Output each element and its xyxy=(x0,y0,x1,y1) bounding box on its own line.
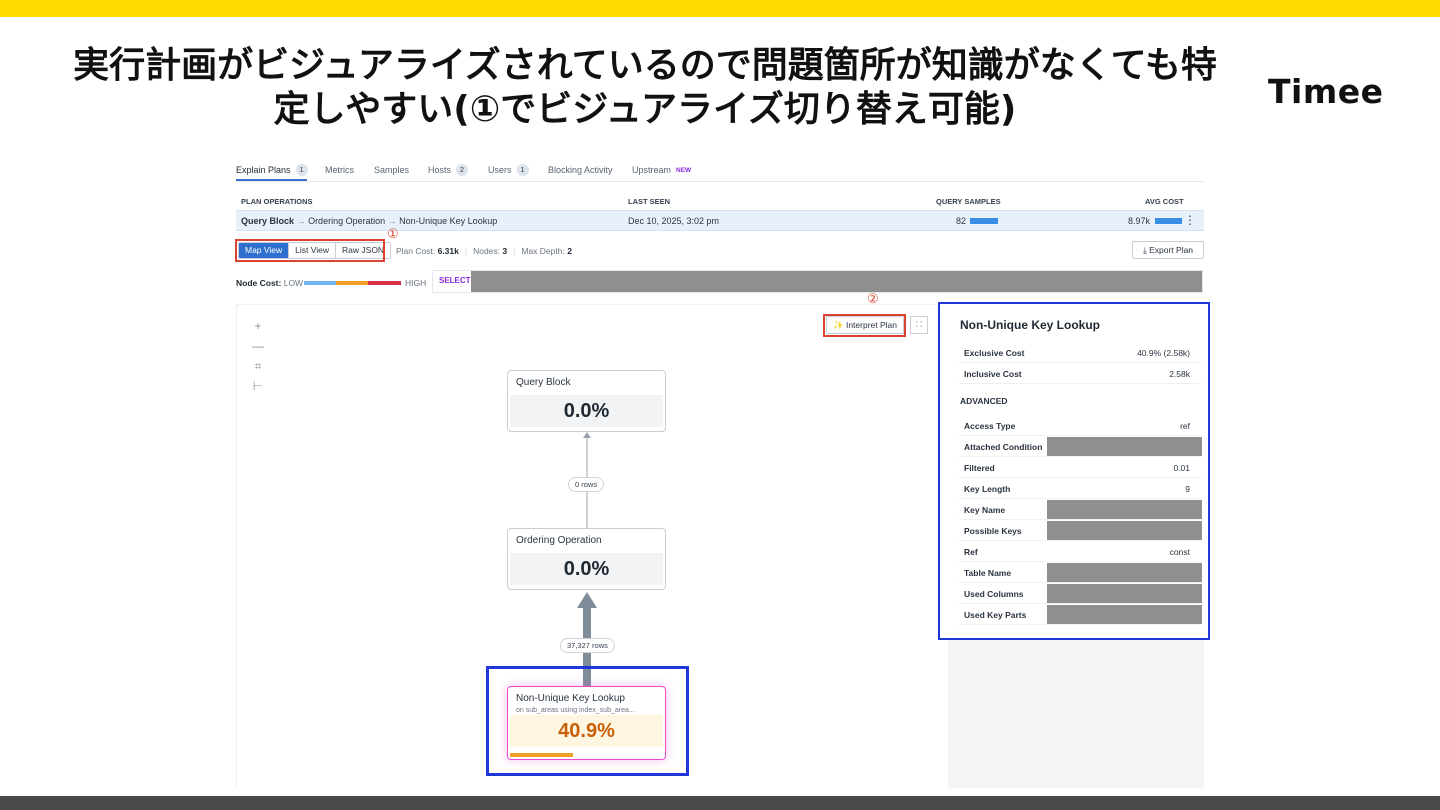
node-details-panel: Non-Unique Key Lookup Exclusive Cost 40.… xyxy=(938,302,1210,640)
redacted-value xyxy=(1047,584,1202,603)
panel-row-key-length: Key Length 9 xyxy=(958,479,1202,499)
panel-row-key-name: Key Name xyxy=(958,500,1202,520)
panel-row-used-columns: Used Columns xyxy=(958,584,1202,604)
panel-row-exclusive-cost: Exclusive Cost 40.9% (2.58k) xyxy=(958,343,1202,363)
redacted-value xyxy=(1047,437,1202,456)
panel-row-attached-condition: Attached Condition xyxy=(958,437,1202,457)
panel-row-ref: Ref const xyxy=(958,542,1202,562)
footer-band xyxy=(0,796,1440,810)
redacted-value xyxy=(1047,605,1202,624)
edge-row-count: 37,327 rows xyxy=(560,638,615,653)
section-advanced: ADVANCED xyxy=(960,396,1008,406)
edge-arrowhead xyxy=(583,432,591,438)
plan-node-ordering-operation[interactable]: Ordering Operation 0.0% xyxy=(507,528,666,590)
panel-row-used-key-parts: Used Key Parts xyxy=(958,605,1202,625)
edge-row-count: 0 rows xyxy=(568,477,605,492)
redacted-value xyxy=(1047,563,1202,582)
redacted-value xyxy=(1047,500,1202,519)
panel-row-table-name: Table Name xyxy=(958,563,1202,583)
panel-title: Non-Unique Key Lookup xyxy=(960,318,1100,332)
plan-node-query-block[interactable]: Query Block 0.0% xyxy=(507,370,666,432)
panel-row-inclusive-cost: Inclusive Cost 2.58k xyxy=(958,364,1202,384)
panel-row-access-type: Access Type ref xyxy=(958,416,1202,436)
panel-row-filtered: Filtered 0.01 xyxy=(958,458,1202,478)
panel-row-possible-keys: Possible Keys xyxy=(958,521,1202,541)
redacted-value xyxy=(1047,521,1202,540)
edge-arrowhead xyxy=(577,592,597,608)
plan-edges xyxy=(577,432,597,686)
highlight-box-node xyxy=(486,666,689,776)
